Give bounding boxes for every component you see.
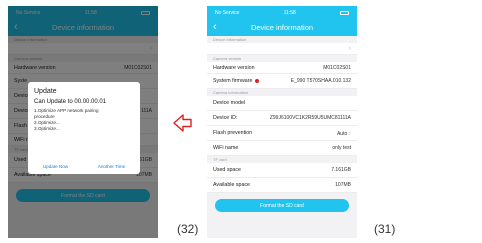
- system-firmware-label: System firmware: [213, 78, 253, 84]
- phone-screen-31: No Service 11:58 ‹ Device information De…: [207, 6, 357, 238]
- row-used-space: Used space 7.161GB: [207, 163, 357, 178]
- section-tf-card: TF card: [207, 156, 357, 163]
- carrier-text: No Service: [215, 9, 240, 16]
- flash-value: Auto: [336, 130, 348, 137]
- row-flash-prevention[interactable]: Flash prevention Auto ›: [207, 126, 357, 141]
- device-model-label: Device model: [213, 100, 246, 106]
- row-system-firmware[interactable]: System firmware E_990 T570SHAA.010.132: [207, 74, 357, 89]
- dialog-subtitle: Can Update to 00.00.00.01: [34, 99, 107, 105]
- clock: 11:58: [283, 9, 296, 16]
- row-wifi-name: WiFi name only test: [207, 141, 357, 156]
- battery-icon: [339, 10, 349, 15]
- dialog-line: 3.Optimize...: [34, 126, 60, 131]
- system-firmware-value: E_990 T570SHAA.010.132: [290, 78, 351, 84]
- phone-screen-32: No Service 11:58 ‹ Device information De…: [8, 6, 158, 238]
- caption-31: (31): [374, 222, 396, 236]
- chevron-right-icon: ›: [348, 45, 351, 52]
- wifi-label: WiFi name: [213, 145, 239, 151]
- page-title: Device information: [250, 23, 314, 32]
- row-device-name[interactable]: ›: [207, 43, 357, 55]
- nav-bar: ‹ Device information: [207, 19, 357, 36]
- section-device-info: Device Information: [207, 36, 357, 43]
- update-now-button[interactable]: Update Now: [43, 164, 68, 169]
- hardware-value: M01C02S01: [323, 64, 351, 71]
- row-available-space: Available space 107MB: [207, 178, 357, 193]
- chevron-right-icon: ›: [348, 129, 351, 137]
- used-label: Used space: [213, 167, 241, 173]
- wifi-value: only test: [332, 145, 351, 151]
- section-camera-info: Camera information: [207, 89, 357, 96]
- row-device-model: Device model: [207, 96, 357, 111]
- update-dialog: Update Can Update to 00.00.00.01 1.Optim…: [28, 82, 140, 174]
- caption-32: (32): [177, 222, 199, 236]
- available-value: 107MB: [335, 182, 351, 188]
- device-id-label: Device ID:: [213, 115, 238, 121]
- dialog-title: Update: [34, 88, 57, 95]
- status-bar: No Service 11:58: [207, 6, 357, 19]
- another-time-button[interactable]: Another Time: [98, 164, 125, 169]
- device-id-value: Z99J6100VC1K2R59U5UMC81111A: [269, 115, 351, 121]
- used-value: 7.161GB: [331, 167, 351, 173]
- flash-label: Flash prevention: [213, 130, 253, 136]
- update-dot-icon: [255, 79, 260, 83]
- hardware-label: Hardware version: [213, 64, 255, 71]
- back-arrow-icon[interactable]: ‹: [213, 21, 217, 33]
- section-camera-version: Camera version: [207, 55, 357, 62]
- row-device-id: Device ID: Z99J6100VC1K2R59U5UMC81111A: [207, 111, 357, 126]
- row-hardware-version: Hardware version M01C02S01: [207, 62, 357, 74]
- left-arrow-icon: [172, 112, 194, 134]
- available-label: Available space: [213, 182, 251, 188]
- format-sd-button[interactable]: Format the SD card: [215, 199, 349, 212]
